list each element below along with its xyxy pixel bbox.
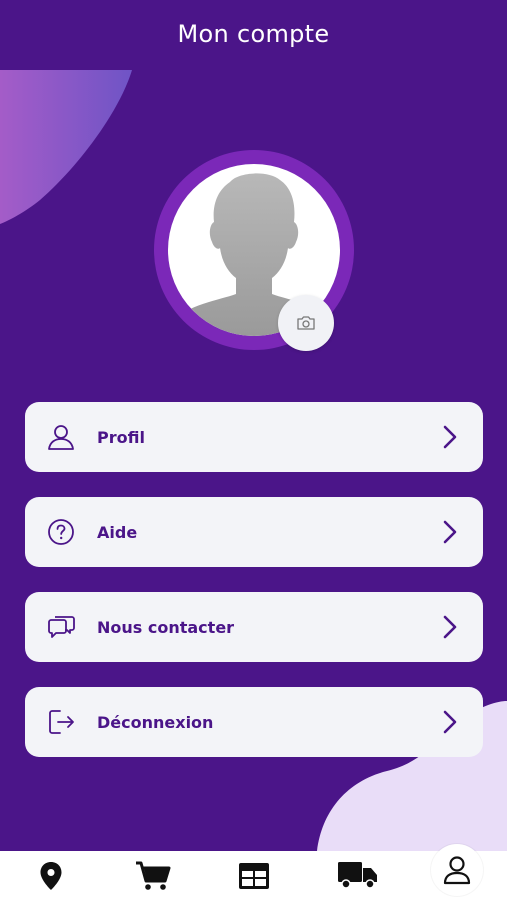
user-icon xyxy=(43,419,79,455)
account-icon xyxy=(443,856,471,885)
nav-delivery[interactable] xyxy=(328,851,388,900)
page-title: Mon compte xyxy=(177,20,330,48)
chat-icon xyxy=(43,609,79,645)
location-pin-icon xyxy=(40,861,62,890)
account-screen: Mon compte Profil Aide Nous contacter Dé… xyxy=(0,0,507,851)
menu-item-profil[interactable]: Profil xyxy=(25,402,483,472)
truck-icon xyxy=(338,861,377,889)
cart-icon xyxy=(136,861,171,890)
menu-item-label: Déconnexion xyxy=(97,712,214,732)
help-circle-icon xyxy=(43,514,79,550)
chevron-right-icon xyxy=(443,425,457,449)
menu-item-label: Profil xyxy=(97,427,145,447)
nav-table[interactable] xyxy=(224,851,284,900)
menu-item-label: Nous contacter xyxy=(97,617,235,637)
menu-item-label: Aide xyxy=(97,522,138,542)
chevron-right-icon xyxy=(443,615,457,639)
chevron-right-icon xyxy=(443,520,457,544)
menu-item-deconnexion[interactable]: Déconnexion xyxy=(25,687,483,757)
menu-item-aide[interactable]: Aide xyxy=(25,497,483,567)
table-icon xyxy=(239,862,269,889)
camera-icon xyxy=(297,316,315,330)
menu-item-nous-contacter[interactable]: Nous contacter xyxy=(25,592,483,662)
change-photo-button[interactable] xyxy=(278,295,334,351)
logout-icon xyxy=(43,704,79,740)
chevron-right-icon xyxy=(443,710,457,734)
nav-map[interactable] xyxy=(21,851,81,900)
nav-cart[interactable] xyxy=(123,851,183,900)
nav-account[interactable] xyxy=(431,844,483,896)
